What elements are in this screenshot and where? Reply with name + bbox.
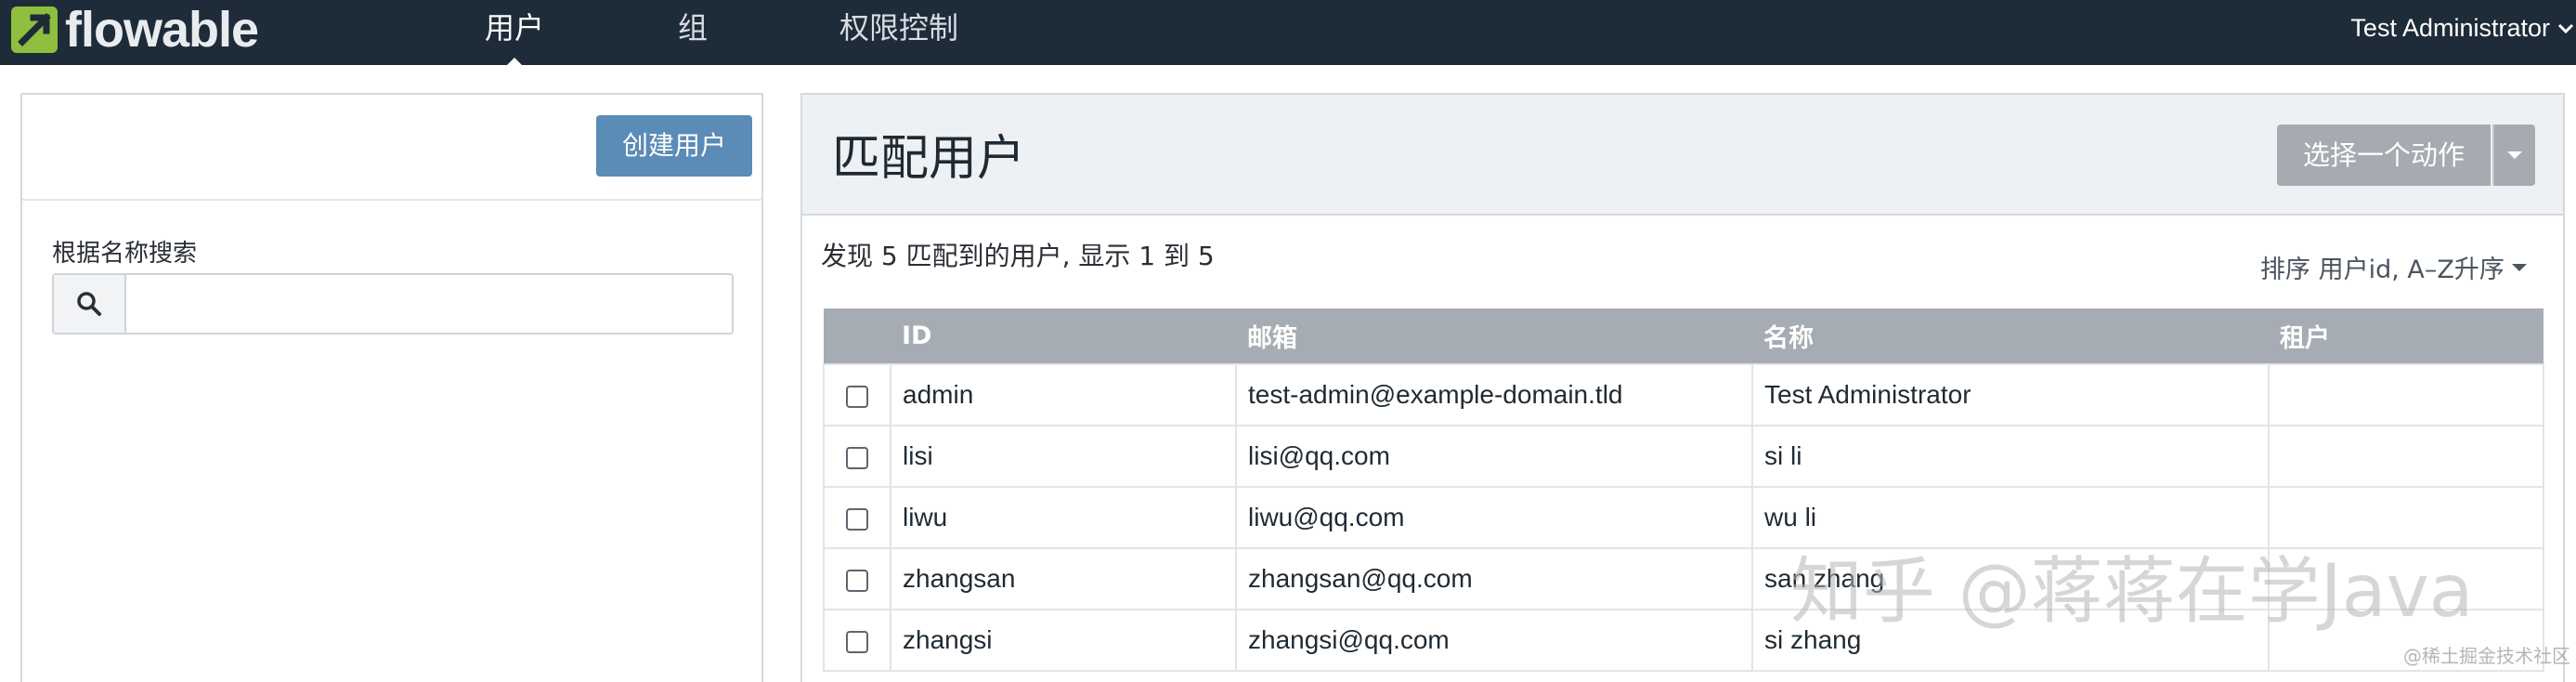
search-label: 根据名称搜索 bbox=[52, 240, 198, 268]
table-row[interactable]: admin test-admin@example-domain.tld Test… bbox=[823, 363, 2544, 426]
users-table: ID 邮箱 名称 租户 admin test-admin@example-dom… bbox=[823, 308, 2544, 672]
cell-id: liwu bbox=[890, 486, 1237, 549]
users-panel: 匹配用户 选择一个动作 发现 5 匹配到的用户, 显示 1 到 5 排序 用户i… bbox=[800, 93, 2565, 682]
cell-name: san zhang bbox=[1751, 547, 2270, 610]
logo-mark-icon bbox=[11, 7, 58, 53]
chevron-down-icon bbox=[2557, 23, 2574, 34]
create-user-button[interactable]: 创建用户 bbox=[596, 115, 752, 177]
cell-email: zhangsi@qq.com bbox=[1235, 609, 1753, 672]
top-navbar: flowable 用户 组 权限控制 Test Administrator bbox=[0, 0, 2576, 71]
cell-tenant bbox=[2268, 486, 2544, 549]
sort-label: 排序 用户id, A–Z升序 bbox=[2260, 256, 2504, 284]
search-sidebar: 创建用户 根据名称搜索 bbox=[20, 93, 763, 682]
flowable-logo[interactable]: flowable bbox=[11, 2, 259, 58]
search-input-group bbox=[52, 273, 734, 334]
search-input[interactable] bbox=[128, 275, 732, 333]
action-dropdown-toggle[interactable] bbox=[2492, 125, 2535, 186]
table-row[interactable]: liwu liwu@qq.com wu li bbox=[823, 486, 2544, 549]
row-checkbox[interactable] bbox=[846, 507, 868, 531]
header-name[interactable]: 名称 bbox=[1752, 308, 2269, 364]
cell-id: zhangsi bbox=[890, 609, 1237, 672]
search-icon bbox=[54, 275, 126, 333]
cell-id: zhangsan bbox=[890, 547, 1237, 610]
row-checkbox[interactable] bbox=[846, 446, 868, 469]
cell-name: si li bbox=[1751, 425, 2270, 488]
row-checkbox[interactable] bbox=[846, 569, 868, 592]
result-summary: 发现 5 匹配到的用户, 显示 1 到 5 bbox=[821, 241, 1215, 271]
user-menu[interactable]: Test Administrator bbox=[2350, 0, 2576, 56]
header-email[interactable]: 邮箱 bbox=[1236, 308, 1752, 364]
nav-item-groups[interactable]: 组 bbox=[678, 0, 708, 65]
cell-tenant bbox=[2268, 425, 2544, 488]
cell-tenant bbox=[2268, 547, 2544, 610]
cell-id: lisi bbox=[890, 425, 1237, 488]
cell-email: lisi@qq.com bbox=[1235, 425, 1753, 488]
table-row[interactable]: zhangsi zhangsi@qq.com si zhang bbox=[823, 609, 2544, 672]
user-menu-label: Test Administrator bbox=[2350, 14, 2550, 42]
page-title: 匹配用户 bbox=[832, 131, 1026, 187]
table-row[interactable]: zhangsan zhangsan@qq.com san zhang bbox=[823, 547, 2544, 610]
choose-action-button[interactable]: 选择一个动作 bbox=[2277, 125, 2491, 186]
header-checkbox-col bbox=[824, 308, 891, 364]
cell-email: test-admin@example-domain.tld bbox=[1235, 363, 1753, 426]
cell-email: zhangsan@qq.com bbox=[1235, 547, 1753, 610]
cell-name: wu li bbox=[1751, 486, 2270, 549]
cell-name: Test Administrator bbox=[1751, 363, 2270, 426]
cell-tenant bbox=[2268, 363, 2544, 426]
divider bbox=[22, 199, 761, 201]
nav-item-users[interactable]: 用户 bbox=[485, 0, 544, 65]
cell-tenant bbox=[2268, 609, 2544, 672]
cell-email: liwu@qq.com bbox=[1235, 486, 1753, 549]
nav-item-privileges[interactable]: 权限控制 bbox=[839, 0, 958, 65]
logo-text: flowable bbox=[65, 2, 259, 58]
caret-down-icon bbox=[2511, 263, 2527, 271]
table-row[interactable]: lisi lisi@qq.com si li bbox=[823, 425, 2544, 488]
sort-dropdown[interactable]: 排序 用户id, A–Z升序 bbox=[2260, 249, 2527, 285]
cell-name: si zhang bbox=[1751, 609, 2270, 672]
caret-down-icon bbox=[2507, 151, 2522, 159]
row-checkbox[interactable] bbox=[846, 630, 868, 653]
table-header-row: ID 邮箱 名称 租户 bbox=[824, 308, 2543, 364]
cell-id: admin bbox=[890, 363, 1237, 426]
header-id[interactable]: ID bbox=[891, 308, 1236, 364]
row-checkbox[interactable] bbox=[846, 385, 868, 408]
panel-header: 匹配用户 选择一个动作 bbox=[802, 95, 2563, 216]
header-tenant[interactable]: 租户 bbox=[2269, 308, 2543, 364]
active-nav-caret bbox=[501, 58, 527, 71]
